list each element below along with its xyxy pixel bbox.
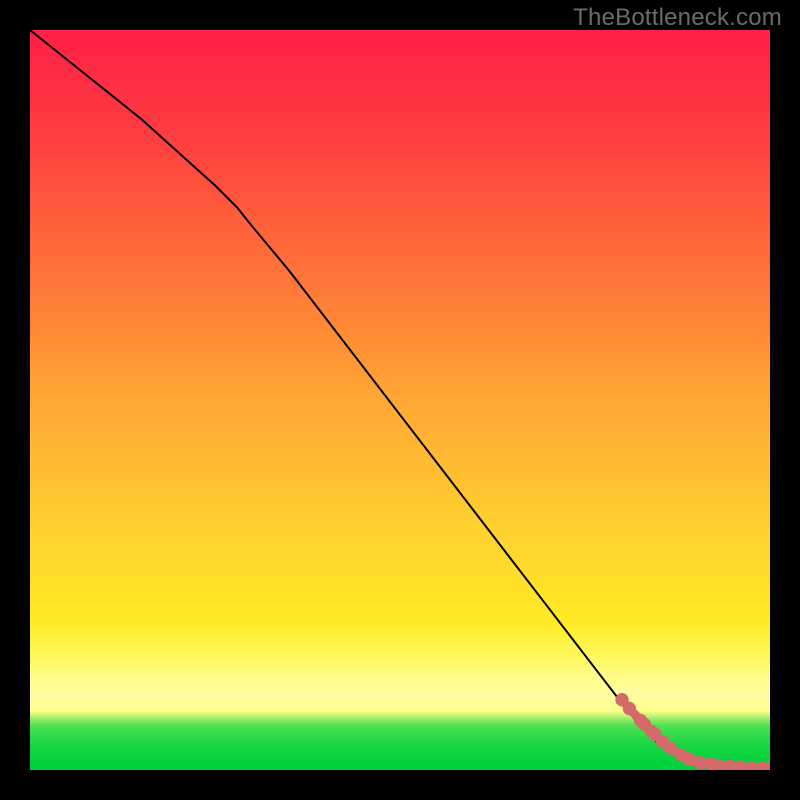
data-point: [663, 741, 676, 754]
data-points: [615, 693, 770, 770]
watermark-text: TheBottleneck.com: [573, 4, 782, 32]
plot-area: [30, 30, 770, 770]
curve-path: [30, 30, 770, 769]
chart-frame: TheBottleneck.com: [0, 0, 800, 800]
data-point: [623, 702, 636, 715]
chart-svg: [30, 30, 770, 770]
